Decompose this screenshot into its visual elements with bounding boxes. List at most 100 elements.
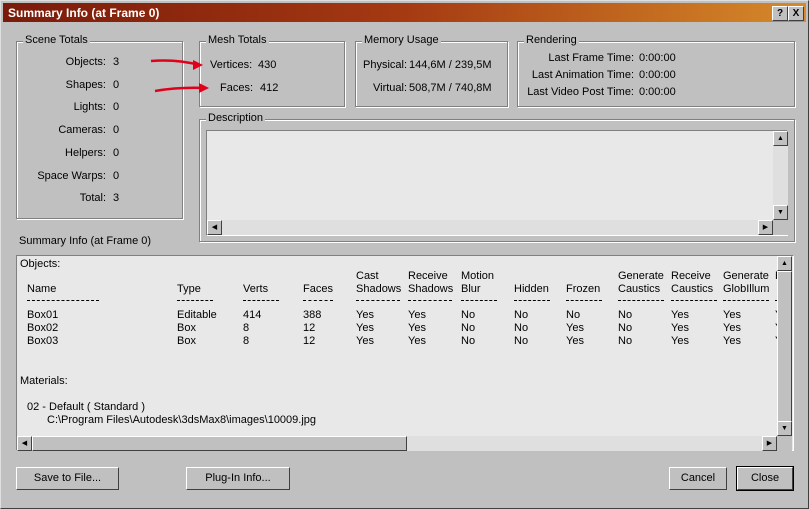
rendering-label: Last Video Post Time: [527,86,634,98]
close-window-button[interactable]: X [788,6,804,21]
virtual-label: Virtual: [373,82,408,94]
annotation-arrows [150,59,209,93]
scene-totals-value: 0 [113,146,120,159]
table-cell: Yes [671,335,689,347]
column-separator [408,300,452,301]
column-header: Type [177,283,201,295]
description-scroll-right-icon[interactable]: ▶ [758,220,773,235]
summary-info-window: Summary Info (at Frame 0) ? X Scene Tota… [0,0,809,509]
table-cell: No [566,309,581,321]
scene-totals-label: Helpers: [65,146,106,159]
table-cell: No [618,335,633,347]
table-cell: Box01 [27,309,59,321]
summary-scroll-down-icon[interactable]: ▼ [777,421,792,436]
description-scroll-corner [773,220,788,235]
scene-totals-value: 3 [113,192,120,205]
table-cell: Box03 [27,335,59,347]
summary-hscroll-thumb[interactable] [32,436,407,451]
column-header-line1: Generate [723,270,769,282]
faces-label: Faces: [220,82,254,94]
table-cell: No [461,309,476,321]
scene-totals-label: Objects: [65,56,106,68]
column-header-line1: Cast [356,270,379,282]
table-cell: Yes [566,335,584,347]
description-scroll-down-icon[interactable]: ▼ [773,205,788,220]
table-cell: 8 [243,322,250,334]
column-header: Caustics [618,283,661,295]
table-cell: Yes [723,335,741,347]
vertices-label: Vertices: [210,59,253,71]
column-separator [27,300,99,301]
column-separator [177,300,213,301]
column-header: GlobIllum [723,283,770,295]
column-separator [303,300,333,301]
table-cell: No [461,322,476,334]
mesh-totals-group: Mesh Totals Vertices: 430 Faces: 412 [199,34,345,107]
window-title: Summary Info (at Frame 0) [8,6,160,20]
summary-textarea[interactable]: Objects: Materials: 02 - Default ( Stand… [16,255,794,451]
column-header-line1: Generate [618,270,664,282]
table-cell: Yes [408,309,426,321]
objects-header: Objects: [20,258,61,270]
rendering-label: Last Frame Time: [548,52,634,64]
title-bar: Summary Info (at Frame 0) ? X [3,3,806,22]
memory-usage-legend: Memory Usage [362,34,441,46]
memory-usage-group: Memory Usage Physical: 144,6M / 239,5M V… [355,34,508,107]
scene-totals-label: Total: [79,192,106,205]
plug-in-info-button[interactable]: Plug-In Info... [186,467,290,490]
scene-totals-value: 0 [113,124,120,137]
materials-header: Materials: [20,375,68,387]
column-header-line1: Motion [461,270,495,282]
description-legend: Description [206,112,266,124]
scene-totals-label: Shapes: [65,78,106,91]
column-header: Name [27,283,57,295]
virtual-value: 508,7M / 740,8M [409,82,492,94]
table-cell: No [618,322,633,334]
description-hscroll[interactable]: ◀ ▶ [207,220,773,235]
cancel-button[interactable]: Cancel [669,467,727,490]
summary-info-label: Summary Info (at Frame 0) [19,235,152,247]
column-separator [566,300,602,301]
column-header-line1: Receive [671,270,711,282]
help-button[interactable]: ? [772,6,788,21]
save-to-file-button[interactable]: Save to File... [16,467,119,490]
table-cell: Yes [671,309,689,321]
description-scroll-left-icon[interactable]: ◀ [207,220,222,235]
summary-scroll-right-icon[interactable]: ▶ [762,436,777,451]
table-cell: 12 [303,322,316,334]
summary-scroll-up-icon[interactable]: ▲ [777,256,792,271]
physical-value: 144,6M / 239,5M [409,59,492,71]
column-separator [356,300,400,301]
table-cell: Box [177,322,196,334]
arrow-to-vertices-head [193,60,203,70]
column-header: Verts [243,283,269,295]
column-header: Blur [461,283,481,295]
scene-totals-legend: Scene Totals [23,34,90,46]
scene-totals-value: 0 [113,169,120,182]
column-header: Frozen [566,283,601,295]
column-header: Faces [303,283,333,295]
summary-scroll-left-icon[interactable]: ◀ [17,436,32,451]
table-cell: Yes [356,335,374,347]
scene-totals-label: Space Warps: [37,169,106,182]
description-textarea[interactable]: ▲ ▼ ◀ ▶ [206,130,788,236]
summary-vscroll-thumb[interactable] [777,271,792,423]
table-cell: Yes [356,309,374,321]
column-separator [243,300,279,301]
description-scroll-up-icon[interactable]: ▲ [773,131,788,146]
column-header: Shadows [356,283,402,295]
rendering-value: 0:00:00 [639,52,676,64]
column-separator [723,300,769,301]
close-button[interactable]: Close [736,466,794,491]
table-cell: No [514,309,529,321]
column-separator [461,300,497,301]
table-cell: 414 [243,309,262,321]
description-vscroll[interactable]: ▲ ▼ [773,131,788,220]
column-header: Shadows [408,283,454,295]
summary-vscroll[interactable]: ▲ ▼ [777,256,792,436]
arrow-to-faces [154,86,206,93]
material-path: C:\Program Files\Autodesk\3dsMax8\images… [47,414,317,426]
material-name: 02 - Default ( Standard ) [27,401,146,413]
mesh-totals-legend: Mesh Totals [206,34,269,46]
summary-hscroll[interactable]: ◀ ▶ [17,436,777,451]
